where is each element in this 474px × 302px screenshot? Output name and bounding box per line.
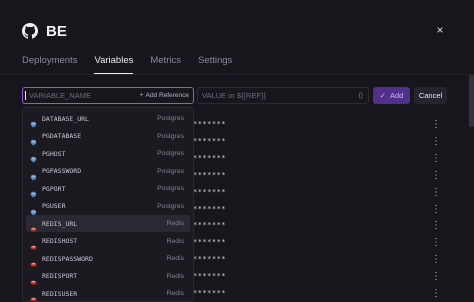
masked-value: ******* (193, 136, 227, 145)
postgres-icon (30, 185, 37, 198)
reference-item[interactable]: REDISHOST Redis (26, 233, 190, 250)
reference-item[interactable]: PGPORT Postgres (26, 180, 190, 198)
reference-name: PGUSER (42, 202, 66, 210)
check-icon: ✓ (379, 91, 386, 100)
masked-value: ******* (193, 204, 227, 213)
postgres-icon (30, 168, 37, 181)
tab-deployments[interactable]: Deployments (22, 55, 77, 74)
more-options-icon[interactable]: ⋮ (431, 237, 441, 249)
more-options-icon[interactable]: ⋮ (431, 136, 441, 148)
reference-service: Postgres (157, 115, 184, 122)
reference-item[interactable]: PGHOST Postgres (26, 145, 190, 163)
redis-icon (30, 273, 37, 285)
masked-value: ******* (193, 238, 227, 247)
more-options-icon[interactable]: ⋮ (431, 271, 441, 283)
add-reference-button[interactable]: + Add Reference (136, 92, 193, 99)
add-variable-button[interactable]: ✓ Add (373, 87, 410, 104)
postgres-icon (30, 203, 37, 216)
redis-icon (30, 220, 37, 232)
add-button-label: Add (389, 91, 404, 100)
masked-value: ******* (193, 153, 227, 162)
add-reference-label: Add Reference (145, 92, 189, 99)
reference-name: REDIS_URL (42, 219, 78, 228)
reference-name: REDISUSER (42, 289, 78, 298)
close-icon[interactable]: × (432, 22, 448, 38)
reference-service: Redis (166, 255, 184, 262)
reference-item[interactable]: PGDATABASE Postgres (26, 128, 190, 146)
more-options-icon[interactable]: ⋮ (431, 254, 441, 266)
reference-service: Postgres (157, 185, 184, 192)
more-options-icon[interactable]: ⋮ (431, 288, 441, 300)
reference-service: Redis (166, 237, 184, 245)
reference-service: Redis (166, 290, 184, 297)
reference-item[interactable]: PGPASSWORD Postgres (26, 163, 190, 181)
more-options-icon[interactable]: ⋮ (431, 153, 441, 165)
masked-value: ******* (193, 221, 227, 230)
more-options-icon[interactable]: ⋮ (431, 170, 441, 182)
reference-service: Postgres (157, 167, 184, 175)
postgres-icon (30, 133, 37, 146)
page-title: BE (46, 22, 67, 40)
postgres-icon (30, 150, 37, 163)
masked-value: ******* (193, 120, 227, 128)
cancel-button[interactable]: Cancel (414, 87, 447, 104)
more-options-icon[interactable]: ⋮ (431, 187, 441, 199)
braces-icon[interactable]: {} (359, 92, 368, 99)
reference-name: REDISPORT (42, 272, 78, 280)
redis-icon (30, 255, 37, 267)
variable-value-field: {} (197, 87, 369, 104)
reference-name: PGDATABASE (42, 132, 82, 140)
masked-value: ******* (193, 255, 227, 264)
tab-settings[interactable]: Settings (198, 55, 232, 74)
variable-name-input[interactable] (25, 91, 136, 100)
variable-name-field: + Add Reference (22, 87, 194, 104)
reference-service: Redis (166, 272, 184, 280)
plus-icon: + (139, 92, 144, 99)
reference-name: DATABASE_URL (42, 114, 89, 123)
masked-value: ******* (193, 170, 227, 179)
github-icon (22, 23, 38, 39)
reference-item[interactable]: DATABASE_URL Postgres (26, 110, 190, 128)
reference-item[interactable]: REDISPASSWORD Redis (26, 250, 190, 267)
reference-service: Postgres (157, 202, 184, 210)
reference-name: PGHOST (42, 149, 66, 158)
tab-variables[interactable]: Variables (94, 55, 134, 74)
page-scrollbar[interactable] (469, 75, 474, 127)
masked-value: ******* (193, 289, 227, 297)
more-options-icon[interactable]: ⋮ (431, 220, 441, 232)
reference-dropdown: DATABASE_URL Postgres PGDATABASE Postgres PG… (22, 107, 194, 302)
reference-item[interactable]: REDISPORT Redis (26, 268, 190, 285)
reference-name: REDISHOST (42, 237, 78, 245)
postgres-icon (30, 115, 37, 128)
reference-service: Postgres (157, 150, 184, 157)
tab-bar: Deployments Variables Metrics Settings (22, 55, 249, 74)
reference-item[interactable]: REDIS_URL Redis (26, 215, 190, 232)
masked-value: ******* (193, 272, 227, 281)
tabs-divider (0, 74, 474, 75)
reference-name: REDISPASSWORD (42, 254, 93, 263)
masked-value: ******* (193, 187, 227, 196)
reference-name: PGPASSWORD (42, 167, 82, 175)
reference-service: Redis (166, 220, 184, 227)
more-options-icon[interactable]: ⋮ (431, 204, 441, 216)
reference-item[interactable]: PGUSER Postgres (26, 198, 190, 216)
more-options-icon[interactable]: ⋮ (431, 119, 441, 131)
redis-icon (30, 238, 37, 250)
reference-service: Postgres (157, 132, 184, 140)
redis-icon (30, 290, 37, 301)
variable-value-input[interactable] (198, 91, 359, 100)
reference-name: PGPORT (42, 184, 66, 193)
tab-metrics[interactable]: Metrics (150, 55, 181, 74)
service-header: BE (22, 18, 67, 44)
reference-item[interactable]: REDISUSER Redis (26, 285, 190, 301)
